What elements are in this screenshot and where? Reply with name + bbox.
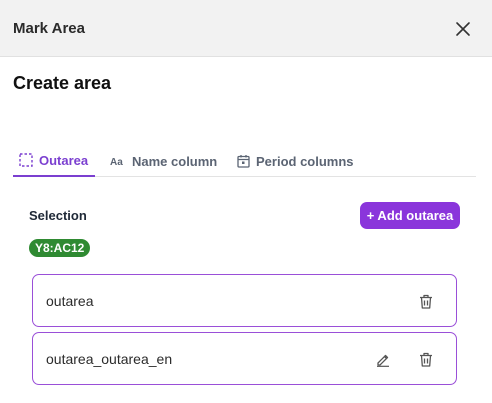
close-icon <box>456 22 470 36</box>
dashed-selection-icon <box>19 153 33 167</box>
close-button[interactable] <box>450 16 476 42</box>
edit-area-button[interactable] <box>374 350 392 368</box>
area-tabs: Outarea Aa Name column Period columns <box>13 145 476 177</box>
tab-name-column[interactable]: Aa Name column <box>104 145 223 177</box>
tab-outarea[interactable]: Outarea <box>13 145 95 177</box>
trash-icon <box>420 294 432 309</box>
dialog-title: Mark Area <box>13 20 85 37</box>
area-list-item[interactable]: outarea_outarea_en <box>32 332 457 385</box>
tab-label: Outarea <box>39 152 89 168</box>
text-format-icon: Aa <box>110 155 126 167</box>
tab-label: Period columns <box>256 153 354 169</box>
calendar-icon <box>237 154 250 168</box>
delete-area-button[interactable] <box>417 292 435 310</box>
area-name: outarea <box>46 293 94 309</box>
selection-label: Selection <box>29 208 87 223</box>
tab-period-columns[interactable]: Period columns <box>231 145 360 177</box>
trash-icon <box>420 352 432 367</box>
svg-text:Aa: Aa <box>110 157 123 167</box>
area-name: outarea_outarea_en <box>46 351 173 367</box>
page-title: Create area <box>13 73 112 93</box>
delete-area-button[interactable] <box>417 350 435 368</box>
tab-label: Name column <box>132 153 218 169</box>
dialog-header: Mark Area <box>0 0 492 57</box>
area-list-item[interactable]: outarea <box>32 274 457 327</box>
pencil-icon <box>377 354 389 367</box>
selection-range-badge: Y8:AC12 <box>29 239 91 257</box>
add-outarea-button[interactable]: + Add outarea <box>360 202 460 229</box>
